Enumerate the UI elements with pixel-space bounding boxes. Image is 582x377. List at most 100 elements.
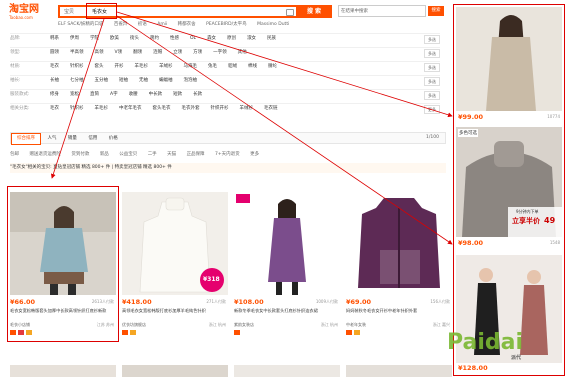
filter-option[interactable]: 公益宝贝 — [119, 152, 137, 157]
facet-more-button[interactable]: 多选 — [424, 49, 440, 58]
facet-option[interactable]: 翻领 — [133, 50, 142, 55]
tab-sort-credit[interactable]: 信用 — [83, 134, 102, 144]
shop-search-input[interactable]: 在结果中搜索 — [338, 5, 426, 17]
product-photo-partial[interactable] — [10, 365, 116, 377]
facet-more-button[interactable]: 多选 — [424, 35, 440, 44]
facet-option[interactable]: 腈纶 — [268, 64, 277, 69]
facet-option[interactable]: 套头 — [95, 64, 104, 69]
facet-option[interactable]: 直筒 — [90, 92, 99, 97]
facet-option[interactable]: 针织开衫 — [211, 106, 229, 111]
product-photo-partial[interactable] — [122, 365, 228, 377]
facet-option[interactable]: 韩系 — [50, 36, 59, 41]
product-photo-partial[interactable] — [346, 365, 452, 377]
facet-option[interactable]: 毛衣 — [50, 64, 59, 69]
facet-option[interactable]: 短袖 — [119, 78, 128, 83]
hot-word[interactable]: 百雀羚 — [114, 22, 128, 27]
facet-option[interactable]: 羊绒衫 — [159, 64, 173, 69]
facet-option[interactable]: 貂绒 — [228, 64, 237, 69]
facet-option[interactable]: 针织衫 — [70, 64, 84, 69]
product-title[interactable]: 新款冬季毛衣女中长款套头打底衫针织连衣裙 — [234, 308, 338, 314]
facet-option[interactable]: 针织衫 — [70, 106, 84, 111]
facet-option[interactable]: 羊毛衫 — [135, 64, 149, 69]
facet-option[interactable]: 街头 — [130, 36, 139, 41]
product-title[interactable]: 高领毛衣女宽松韩版打底衫加厚羊毛纯色针织 — [122, 308, 226, 314]
facet-option[interactable]: 五分袖 — [95, 78, 109, 83]
facet-option[interactable]: 开衫 — [115, 64, 124, 69]
hot-word[interactable]: ELF SACK/妖精的口袋 — [58, 22, 103, 27]
facet-more-button[interactable]: 多选 — [424, 77, 440, 86]
facet-option[interactable]: 伊周 — [70, 36, 79, 41]
ad-product[interactable]: 多色可选 9分钟内下单 立享半价 49 ¥98.00 1548 — [456, 127, 562, 251]
facet-option[interactable]: 马海毛 — [184, 64, 198, 69]
facet-option[interactable]: 一字领 — [213, 50, 227, 55]
facet-option[interactable]: 羊绒衫 — [240, 106, 254, 111]
facet-option[interactable]: 淑女 — [247, 36, 256, 41]
facet-option[interactable]: 毛衣 — [50, 106, 59, 111]
facet-option[interactable]: 连帽 — [153, 50, 162, 55]
facet-option[interactable]: 短款 — [173, 92, 182, 97]
search-scope-select[interactable]: 宝贝 — [64, 8, 74, 15]
facet-option[interactable]: 无袖 — [139, 78, 148, 83]
facet-option[interactable]: 羊毛衫 — [95, 106, 109, 111]
facet-option[interactable]: 收腰 — [129, 92, 138, 97]
facet-option[interactable]: 简约 — [150, 36, 159, 41]
facet-option[interactable]: 中老年毛衣 — [119, 106, 142, 111]
taobao-logo[interactable]: 淘宝网 Taobao.com — [9, 4, 47, 22]
ad-product[interactable]: ¥99.00 10774 — [456, 7, 562, 125]
facet-option[interactable]: 兔毛 — [208, 64, 217, 69]
ad-product[interactable]: ¥128.00 — [456, 255, 562, 373]
hot-word[interactable]: PEACEBIRD/太平鸟 — [206, 22, 247, 27]
hot-word[interactable]: Amii — [157, 22, 167, 27]
filter-option[interactable]: 7+天内退货 — [215, 152, 240, 157]
facet-option[interactable]: 欧美 — [110, 36, 119, 41]
facet-option[interactable]: 套头毛衣 — [153, 106, 171, 111]
product-card[interactable]: ¥108.00 1009人付款 新款冬季毛衣女中长款套头打底衫针织连衣裙 紫韵女… — [234, 192, 340, 344]
facet-option[interactable]: 高领 — [95, 50, 104, 55]
search-button[interactable]: 搜 索 — [296, 5, 332, 18]
facet-option[interactable]: 半高领 — [70, 50, 84, 55]
facet-more-button[interactable]: 多选 — [424, 91, 440, 100]
facet-option[interactable]: 民族 — [267, 36, 276, 41]
facet-option[interactable]: V领 — [115, 50, 123, 55]
facet-option[interactable]: 其他 — [238, 50, 247, 55]
tab-sort-sales[interactable]: 销量 — [63, 134, 82, 144]
facet-option[interactable]: 蝙蝠袖 — [159, 78, 173, 83]
facet-option[interactable]: 毛衣链 — [264, 106, 278, 111]
tab-sort-default[interactable]: 综合排序 — [11, 133, 41, 145]
filter-option[interactable]: 天猫 — [167, 152, 176, 157]
facet-option[interactable]: 性感 — [170, 36, 179, 41]
facet-option[interactable]: A字 — [110, 92, 118, 97]
filter-option[interactable]: 货到付款 — [71, 152, 89, 157]
facet-option[interactable]: 原创 — [227, 36, 236, 41]
facet-more-button[interactable]: 更多 — [424, 105, 440, 114]
product-title[interactable]: 妈妈装秋冬毛衣女开衫中老年针织外套 — [346, 308, 450, 314]
tab-sort-price[interactable]: 价格 — [104, 134, 123, 144]
filter-option[interactable]: 新品 — [100, 152, 109, 157]
shop-name[interactable]: 优衣坊旗舰店 — [122, 322, 146, 328]
facet-option[interactable]: 方领 — [193, 50, 202, 55]
shop-name[interactable]: 中老年女装 — [346, 322, 366, 328]
facet-option[interactable]: 中长款 — [149, 92, 163, 97]
facet-option[interactable]: 泡泡袖 — [184, 78, 198, 83]
product-photo-partial[interactable] — [234, 365, 340, 377]
tab-sort-popularity[interactable]: 人气 — [42, 134, 61, 144]
hot-word[interactable]: 韩都衣舍 — [178, 22, 196, 27]
filter-option[interactable]: 赠送退货运费险 — [29, 152, 61, 157]
facet-option[interactable]: 圆领 — [50, 50, 59, 55]
facet-option[interactable]: 立领 — [173, 50, 182, 55]
facet-option[interactable]: 七分袖 — [70, 78, 84, 83]
product-photo[interactable] — [346, 192, 452, 295]
facet-option[interactable]: 长袖 — [50, 78, 59, 83]
facet-option[interactable]: 修身 — [50, 92, 59, 97]
facet-option[interactable]: 学院 — [90, 36, 99, 41]
facet-option[interactable]: 毛衣外套 — [182, 106, 200, 111]
facet-option[interactable]: 宽松 — [70, 92, 79, 97]
filter-option[interactable]: 更多 — [250, 152, 259, 157]
facet-option[interactable]: 长款 — [193, 92, 202, 97]
shop-name[interactable]: 紫韵女装店 — [234, 322, 254, 328]
product-card[interactable]: ¥318 ¥418.00 271人付款 高领毛衣女宽松韩版打底衫加厚羊毛纯色针织… — [122, 192, 228, 344]
product-photo[interactable] — [456, 7, 562, 111]
hot-word[interactable]: 初语 — [138, 22, 147, 27]
camera-icon[interactable] — [286, 9, 294, 16]
facet-more-button[interactable]: 多选 — [424, 63, 440, 72]
